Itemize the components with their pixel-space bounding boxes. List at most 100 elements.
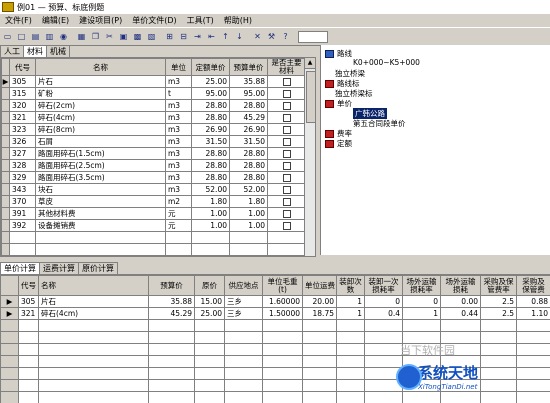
cell-quota-price[interactable]: 31.50 (192, 136, 230, 148)
cell-main-material[interactable] (268, 124, 306, 136)
calc-icon[interactable]: ▩ (131, 30, 144, 43)
delete-icon[interactable]: ✕ (251, 30, 264, 43)
cell-orig[interactable]: 25.00 (195, 308, 225, 320)
cell-unit[interactable]: m3 (166, 112, 192, 124)
table-row[interactable]: 327路面用碎石(1.5cm)m328.8028.80 (2, 148, 306, 160)
cut-icon[interactable]: ✂ (103, 30, 116, 43)
cell-weight[interactable]: 1.50000 (263, 308, 303, 320)
cell-quota-price[interactable]: 26.90 (192, 124, 230, 136)
cell-rate[interactable]: 0 (403, 296, 441, 308)
cell-quota-price[interactable]: 28.80 (192, 172, 230, 184)
cell-budget-price[interactable]: 26.90 (230, 124, 268, 136)
cell-loss2[interactable]: 0.44 (441, 308, 481, 320)
cell-budget-price[interactable]: 95.00 (230, 88, 268, 100)
cell-loss1[interactable]: 0 (365, 296, 403, 308)
cell-code[interactable]: 315 (10, 88, 36, 100)
tab-machinery[interactable]: 机械 (46, 45, 70, 57)
col-main-material[interactable]: 是否主要材料 (268, 59, 306, 76)
main-material-checkbox[interactable] (283, 198, 291, 206)
cell-code[interactable]: 305 (10, 76, 36, 88)
cell-budget[interactable]: 45.29 (149, 308, 195, 320)
cell-name[interactable]: 碎石(2cm) (36, 100, 166, 112)
move-down-icon[interactable]: ↓ (233, 30, 246, 43)
cell-main-material[interactable] (268, 196, 306, 208)
table-row[interactable]: ▶305片石m325.0035.88 (2, 76, 306, 88)
cell-code[interactable]: 327 (10, 148, 36, 160)
toolbar-input[interactable] (298, 31, 328, 43)
cell-rate[interactable]: 1 (403, 308, 441, 320)
paste-icon[interactable]: ▣ (117, 30, 130, 43)
tree-expand-icon[interactable]: ⊞ (163, 30, 176, 43)
tree-node-unit-price[interactable]: 单价 (325, 98, 352, 109)
cell-freight[interactable]: 20.00 (303, 296, 337, 308)
table-row[interactable]: ▶321碎石(4cm)45.2925.00三乡1.5000018.7510.41… (1, 308, 550, 320)
cell-budget-price[interactable]: 28.80 (230, 172, 268, 184)
col-unit[interactable]: 单位 (166, 59, 192, 76)
cell-budget-price[interactable]: 31.50 (230, 136, 268, 148)
cell-quota-price[interactable]: 95.00 (192, 88, 230, 100)
col-unit-weight[interactable]: 单位毛重(t) (263, 276, 303, 296)
cell-budget-price[interactable]: 28.80 (230, 148, 268, 160)
main-material-checkbox[interactable] (283, 150, 291, 158)
cell-loss2[interactable]: 0.00 (441, 296, 481, 308)
save-icon[interactable]: ▤ (29, 30, 42, 43)
main-material-checkbox[interactable] (283, 186, 291, 194)
cell-code[interactable]: 320 (10, 100, 36, 112)
cell-quota-price[interactable]: 28.80 (192, 148, 230, 160)
cell-unit[interactable]: 元 (166, 220, 192, 232)
cell-place[interactable]: 三乡 (225, 296, 263, 308)
main-material-checkbox[interactable] (283, 114, 291, 122)
cell-main-material[interactable] (268, 148, 306, 160)
menu-unit-price-file[interactable]: 单价文件(D) (127, 15, 181, 26)
main-material-checkbox[interactable] (283, 174, 291, 182)
cell-main-material[interactable] (268, 208, 306, 220)
menu-project[interactable]: 建设项目(P) (74, 15, 127, 26)
col-budget-price[interactable]: 预算价 (149, 276, 195, 296)
cell-name[interactable]: 石屑 (36, 136, 166, 148)
col-transport-loss[interactable]: 场外运输损耗 (441, 276, 481, 296)
col-transport-loss-rate[interactable]: 场外运输损耗率 (403, 276, 441, 296)
indent-icon[interactable]: ⇥ (191, 30, 204, 43)
cell-name[interactable]: 碎石(8cm) (36, 124, 166, 136)
tab-freight-calc[interactable]: 运费计算 (39, 262, 79, 274)
save-as-icon[interactable]: ▦ (75, 30, 88, 43)
cell-main-material[interactable] (268, 160, 306, 172)
cell-unit[interactable]: m3 (166, 184, 192, 196)
menu-edit[interactable]: 编辑(E) (37, 15, 74, 26)
table-row[interactable]: 329路面用碎石(3.5cm)m328.8028.80 (2, 172, 306, 184)
cell-unit[interactable]: m3 (166, 160, 192, 172)
cell-code[interactable]: 326 (10, 136, 36, 148)
main-material-checkbox[interactable] (283, 102, 291, 110)
table-row[interactable]: 392设备摊销费元1.001.00 (2, 220, 306, 232)
col-budget-price[interactable]: 预算单价 (230, 59, 268, 76)
cell-name[interactable]: 草皮 (36, 196, 166, 208)
col-code[interactable]: 代号 (19, 276, 39, 296)
menu-tools[interactable]: 工具(T) (182, 15, 219, 26)
table-row[interactable]: 320碎石(2cm)m328.8028.80 (2, 100, 306, 112)
cell-unit[interactable]: m3 (166, 124, 192, 136)
tree-collapse-icon[interactable]: ⊟ (177, 30, 190, 43)
cell-code[interactable]: 392 (10, 220, 36, 232)
cell-pfee[interactable]: 0.88 (517, 296, 550, 308)
cell-quota-price[interactable]: 52.00 (192, 184, 230, 196)
table-row[interactable]: 391其他材料费元1.001.00 (2, 208, 306, 220)
cell-main-material[interactable] (268, 100, 306, 112)
cell-unit[interactable]: m3 (166, 172, 192, 184)
cell-unit[interactable]: 元 (166, 208, 192, 220)
col-supply-place[interactable]: 供应地点 (225, 276, 263, 296)
cell-name[interactable]: 块石 (36, 184, 166, 196)
cell-prate[interactable]: 2.5 (481, 296, 517, 308)
main-material-checkbox[interactable] (283, 90, 291, 98)
cell-times[interactable]: 1 (337, 308, 365, 320)
table-row[interactable]: 328路面用碎石(2.5cm)m328.8028.80 (2, 160, 306, 172)
col-quota-price[interactable]: 定额单价 (192, 59, 230, 76)
cell-freight[interactable]: 18.75 (303, 308, 337, 320)
main-material-checkbox[interactable] (283, 138, 291, 146)
cell-unit[interactable]: m3 (166, 136, 192, 148)
cell-quota-price[interactable]: 25.00 (192, 76, 230, 88)
main-material-checkbox[interactable] (283, 126, 291, 134)
cell-budget-price[interactable]: 1.00 (230, 220, 268, 232)
table-row[interactable]: 370草皮m21.801.80 (2, 196, 306, 208)
cell-place[interactable]: 三乡 (225, 308, 263, 320)
cell-unit[interactable]: t (166, 88, 192, 100)
